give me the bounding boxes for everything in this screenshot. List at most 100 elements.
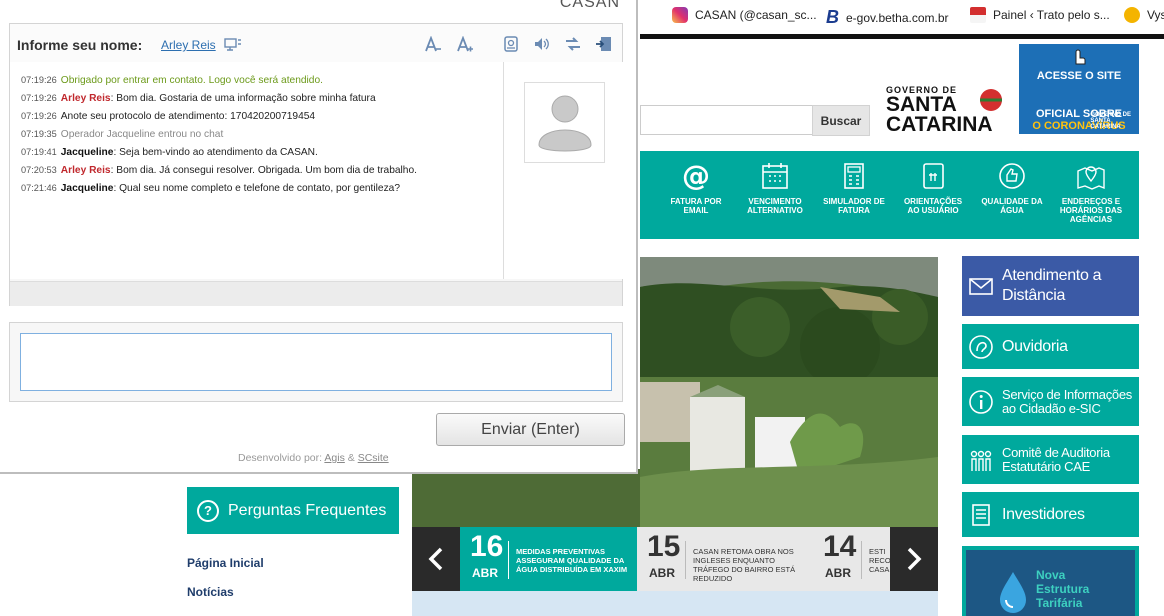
side-label: Serviço de Informações ao Cidadão e-SIC	[1002, 386, 1132, 416]
bookmark-betha[interactable]: B e-gov.betha.com.br	[826, 7, 949, 28]
message-time: 07:19:26	[21, 75, 57, 85]
hero-photo[interactable]	[640, 257, 938, 527]
agis-link[interactable]: Agis	[324, 452, 344, 464]
user-name-link[interactable]: Arley Reis	[161, 38, 216, 52]
credits-label: Desenvolvido por:	[238, 452, 323, 464]
nav-orientacoes[interactable]: ORIENTAÇÕES AO USUÁRIO	[901, 161, 965, 215]
nav-label: VENCIMENTO ALTERNATIVO	[747, 197, 803, 215]
news-title: MEDIDAS PREVENTIVAS ASSEGURAM QUALIDADE …	[516, 547, 628, 574]
message-time: 07:19:26	[21, 111, 57, 121]
text-size-decrease-icon[interactable]	[424, 36, 442, 52]
tarifa-text: Nova Estrutura Tarifária	[1036, 568, 1089, 610]
link-pagina-inicial[interactable]: Página Inicial	[187, 556, 264, 570]
bookmarks-bar: CASAN (@casan_sc... B e-gov.betha.com.br…	[640, 0, 1164, 32]
map-pin-icon	[1077, 166, 1105, 190]
print-icon[interactable]	[502, 36, 520, 52]
news-separator	[861, 541, 862, 579]
nav-qualidade[interactable]: QUALIDADE DA ÁGUA	[980, 161, 1044, 215]
message-text: Operador Jacqueline entrou no chat	[60, 129, 224, 140]
message-sender: Jacqueline	[60, 183, 114, 194]
news-item[interactable]: 14 ABR ESTI RECO CASA	[813, 527, 890, 591]
aerial-treatment-plant-image	[640, 257, 938, 527]
instagram-icon	[672, 7, 688, 23]
send-button[interactable]: Enviar (Enter)	[436, 413, 625, 446]
link-noticias[interactable]: Notícias	[187, 585, 234, 599]
bookmark-label: e-gov.betha.com.br	[846, 10, 949, 25]
water-drop-icon	[1000, 572, 1026, 613]
bookmark-casan-instagram[interactable]: CASAN (@casan_sc...	[672, 7, 817, 23]
chat-message-input[interactable]	[20, 333, 612, 391]
message-time: 07:19:41	[21, 147, 57, 157]
news-carousel: 16 ABR MEDIDAS PREVENTIVAS ASSEGURAM QUA…	[412, 527, 938, 591]
esic-button[interactable]: Serviço de Informações ao Cidadão e-SIC	[962, 377, 1139, 426]
bookmark-label: CASAN (@casan_sc...	[695, 8, 817, 22]
transfer-icon[interactable]	[564, 36, 582, 52]
faq-label: Perguntas Frequentes	[228, 501, 387, 519]
news-month: ABR	[649, 566, 675, 580]
nav-enderecos[interactable]: ENDEREÇOS E HORÁRIOS DAS AGÊNCIAS	[1059, 161, 1123, 224]
exit-icon[interactable]	[595, 36, 613, 52]
message-text: : Bom dia. Já consegui resolver. Obrigad…	[110, 165, 417, 176]
news-item-active[interactable]: 16 ABR MEDIDAS PREVENTIVAS ASSEGURAM QUA…	[460, 527, 637, 591]
operator-panel	[503, 62, 623, 279]
coronavirus-banner[interactable]: ACESSE O SITE OFICIAL SOBRE O CORONAVÍRU…	[1019, 44, 1139, 134]
calendar-icon	[762, 163, 788, 189]
info-icon	[969, 389, 993, 414]
side-label: Ouvidoria	[1002, 337, 1068, 355]
nav-label: QUALIDADE DA ÁGUA	[981, 197, 1043, 215]
nova-estrutura-tarifaria-banner[interactable]: Nova Estrutura Tarifária	[962, 546, 1139, 616]
services-nav: @ FATURA POR EMAIL VENCIMENTO ALTERNATIV…	[640, 151, 1139, 239]
nav-simulador[interactable]: SIMULADOR DE FATURA	[822, 161, 886, 215]
message-time: 07:20:53	[21, 165, 57, 175]
svg-text:@: @	[682, 161, 710, 191]
nav-vencimento[interactable]: VENCIMENTO ALTERNATIVO	[743, 161, 807, 215]
chat-message: 07:19:26 Anote seu protocolo de atendimen…	[21, 111, 315, 122]
nav-label: ENDEREÇOS E HORÁRIOS DAS AGÊNCIAS	[1059, 197, 1123, 224]
thumbs-up-icon	[999, 163, 1025, 189]
message-sender: Arley Reis	[60, 93, 111, 104]
gov-sc-logo[interactable]: GOVERNO DE SANTA CATARINA	[886, 85, 1010, 141]
betha-icon: B	[826, 7, 839, 27]
bookmark-vys[interactable]: Vys	[1124, 7, 1164, 23]
message-text: : Qual seu nome completo e telefone de c…	[113, 183, 401, 194]
prev-arrow-button[interactable]	[412, 527, 460, 591]
search-button[interactable]: Buscar	[812, 105, 870, 136]
investidores-button[interactable]: Investidores	[962, 492, 1139, 537]
message-time: 07:19:26	[21, 93, 57, 103]
message-sender: Jacqueline	[60, 147, 114, 158]
nav-fatura-email[interactable]: @ FATURA POR EMAIL	[664, 161, 728, 215]
next-arrow-button[interactable]	[890, 527, 938, 591]
nav-label: SIMULADOR DE FATURA	[823, 197, 885, 215]
message-time: 07:19:35	[21, 129, 57, 139]
at-icon: @	[682, 161, 710, 191]
news-title: CASAN RETOMA OBRA NOS INGLESES ENQUANTO …	[693, 547, 796, 583]
hand-pointer-icon	[1075, 49, 1086, 65]
app-icon	[1124, 7, 1140, 23]
news-title: ESTI RECO CASA	[869, 547, 890, 574]
message-sender: Arley Reis	[60, 165, 111, 176]
faq-button[interactable]: ? Perguntas Frequentes	[187, 487, 399, 534]
news-month: ABR	[472, 566, 498, 580]
chat-message: 07:19:35 Operador Jacqueline entrou no ch…	[21, 129, 223, 140]
developed-by-credits: Desenvolvido por: Agis & SCsite	[238, 452, 389, 464]
text-size-increase-icon[interactable]	[456, 36, 474, 52]
news-separator	[508, 541, 509, 579]
news-day: 16	[470, 530, 504, 563]
nav-label: FATURA POR EMAIL	[670, 197, 722, 215]
chat-input-panel	[9, 322, 623, 402]
ear-icon	[969, 334, 993, 359]
scsite-link[interactable]: SCsite	[358, 452, 389, 464]
message-text: : Bom dia. Gostaria de uma informação so…	[110, 93, 376, 104]
edit-name-icon[interactable]	[224, 36, 242, 52]
side-label: Comitê de Auditoria Estatutário CAE	[1002, 444, 1110, 474]
cae-button[interactable]: Comitê de Auditoria Estatutário CAE	[962, 435, 1139, 484]
news-day: 14	[823, 530, 857, 563]
news-item[interactable]: 15 ABR CASAN RETOMA OBRA NOS INGLESES EN…	[637, 527, 813, 591]
chat-message: 07:19:41 Jacqueline: Seja bem-vindo ao at…	[21, 147, 318, 158]
atendimento-distancia-button[interactable]: Atendimento a Distância	[962, 256, 1139, 316]
bookmark-painel[interactable]: Painel ‹ Trato pelo s...	[970, 7, 1110, 23]
sound-icon[interactable]	[533, 36, 551, 52]
site-search-input[interactable]	[640, 105, 813, 135]
ouvidoria-button[interactable]: Ouvidoria	[962, 324, 1139, 369]
chat-status-bar	[10, 281, 622, 306]
